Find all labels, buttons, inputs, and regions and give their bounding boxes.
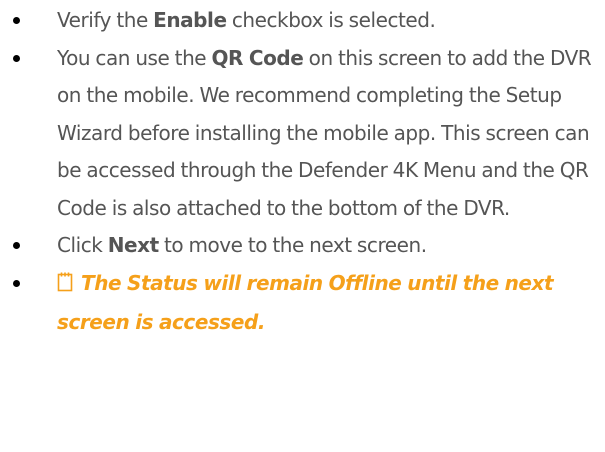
bullet [13,17,20,24]
bullet [13,242,20,249]
list-item-qr-code: You can use the QR Code on this screen t… [0,40,605,228]
item-text-pre: Verify the [57,8,154,32]
item-text-post: checkbox is selected. [226,8,436,32]
list-item-verify-enable: Verify the Enable checkbox is selected. [0,2,605,40]
bullet [13,54,20,62]
bullet [13,279,20,287]
item-text-pre: Click [57,233,108,257]
item-text-pre: You can use the [57,45,212,70]
item-text-post: to move to the next screen. [158,233,427,257]
status-note-text: The Status will remain Offline until the… [57,270,554,335]
item-text-post: on this screen to add the DVR on the mob… [57,45,592,220]
next-label: Next [107,233,159,257]
note-icon [57,267,73,305]
list-item-status-note: The Status will remain Offline until the… [0,265,605,342]
instruction-list: Verify the Enable checkbox is selected. … [0,2,605,342]
qr-code-label: QR Code [211,45,304,70]
list-item-click-next: Click Next to move to the next screen. [0,227,605,265]
enable-label: Enable [153,8,227,32]
